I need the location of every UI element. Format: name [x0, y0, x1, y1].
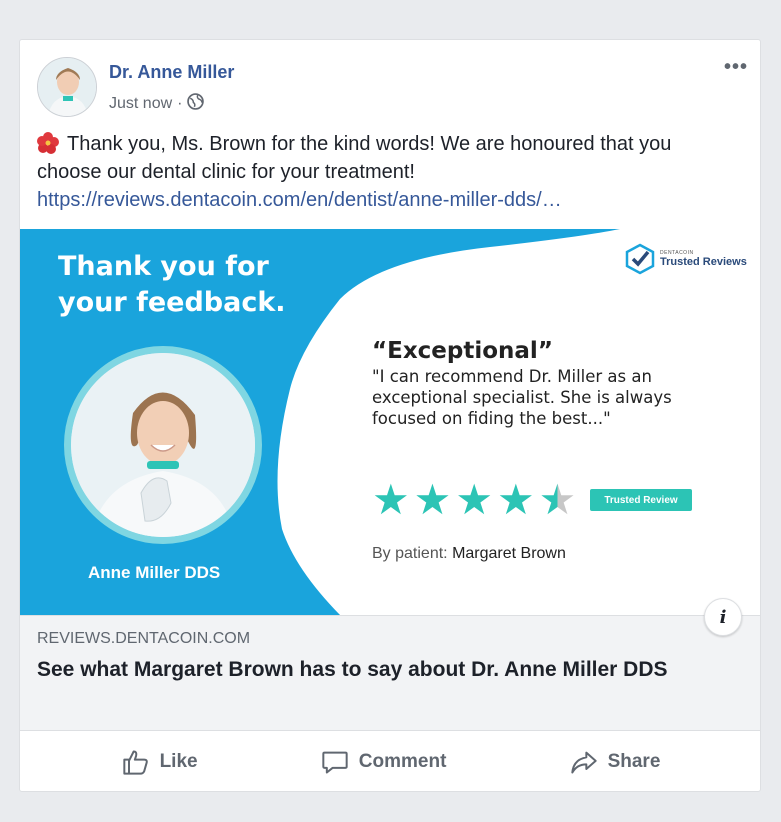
reviewer-line: By patient: Margaret Brown: [372, 545, 566, 563]
comment-button[interactable]: Comment: [321, 748, 447, 776]
author-avatar[interactable]: [37, 57, 97, 117]
like-button[interactable]: Like: [122, 748, 198, 776]
comment-icon: [322, 751, 348, 774]
star-rating: ★ ★ ★ ★ ★: [372, 479, 576, 521]
meta-separator: ·: [177, 95, 183, 112]
post-link[interactable]: https://reviews.dentacoin.com/en/dentist…: [37, 186, 737, 214]
link-headline[interactable]: See what Margaret Brown has to say about…: [37, 655, 737, 685]
doctor-name-label: Anne Miller DDS: [88, 563, 221, 582]
globe-icon: [187, 93, 205, 115]
doctor-photo: [64, 346, 262, 544]
post-text: Thank you, Ms. Brown for the kind words!…: [37, 130, 737, 214]
link-domain: REVIEWS.DENTACOIN.COM: [37, 630, 251, 647]
share-icon: [570, 751, 597, 774]
reviewer-name: Margaret Brown: [452, 545, 566, 562]
comment-label: Comment: [358, 751, 447, 772]
info-icon[interactable]: i: [704, 598, 742, 636]
post-card: Dr. Anne Miller Just now · ••• Thank you…: [19, 39, 761, 792]
thank-you-heading: Thank you for your feedback.: [58, 251, 286, 318]
like-label: Like: [159, 751, 198, 772]
link-preview[interactable]: REVIEWS.DENTACOIN.COM See what Margaret …: [20, 615, 760, 731]
post-time[interactable]: Just now: [109, 95, 172, 113]
star-icon: ★: [496, 476, 535, 523]
post-message: Thank you, Ms. Brown for the kind words!…: [37, 133, 672, 183]
by-label: By patient:: [372, 545, 448, 562]
quote-body: "I can recommend Dr. Miller as an except…: [372, 367, 672, 428]
share-label: Share: [607, 751, 661, 772]
star-icon: ★: [372, 476, 410, 523]
star-icon: ★: [413, 476, 452, 523]
logo-big-text: Trusted Reviews: [660, 256, 747, 268]
trusted-reviews-logo: DENTACOIN Trusted Reviews: [624, 243, 747, 275]
author-name[interactable]: Dr. Anne Miller: [109, 62, 234, 83]
quote-title: “Exceptional”: [372, 338, 553, 364]
shield-check-icon: [625, 243, 655, 275]
half-star-icon: ★: [538, 476, 577, 523]
more-options-icon[interactable]: •••: [724, 56, 748, 79]
review-banner-image[interactable]: Thank you for your feedback. Anne Miller…: [20, 229, 760, 615]
post-meta: Just now ·: [109, 93, 205, 115]
share-button[interactable]: Share: [570, 748, 661, 776]
post-actions: Like Comment Share: [20, 731, 760, 791]
star-icon: ★: [455, 476, 493, 523]
trusted-review-badge: Trusted Review: [590, 489, 692, 511]
thumbs-up-icon: [122, 750, 148, 775]
hibiscus-icon: [37, 132, 59, 154]
